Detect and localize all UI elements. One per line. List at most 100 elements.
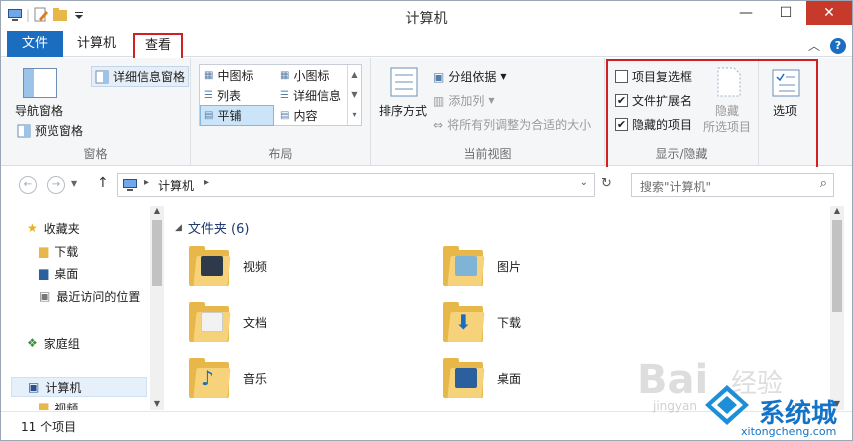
help-icon[interactable]: ?	[830, 37, 846, 54]
group-label-layout: 布局	[268, 147, 293, 161]
scroll-up-icon[interactable]: ▲	[830, 206, 844, 215]
content-icon: ▤	[280, 110, 290, 121]
close-button[interactable]: ✕	[806, 1, 852, 25]
layout-small-icons-label: 小图标	[293, 69, 330, 83]
folder-label: 下载	[497, 315, 522, 330]
preview-pane-label: 预览窗格	[35, 124, 84, 138]
refresh-icon[interactable]: ↻	[601, 176, 612, 191]
folder-pictures[interactable]: 图片	[443, 246, 521, 286]
music-folder-icon: ♪	[189, 358, 231, 398]
folders-section-header[interactable]: ◢ 文件夹 (6)	[175, 218, 249, 237]
breadcrumb-chevron-icon[interactable]: ▸	[204, 177, 209, 188]
layout-details-label: 详细信息	[292, 89, 341, 103]
nav-pane-scrollbar[interactable]: ▲ ▼	[150, 206, 164, 410]
window-controls: — ☐ ✕	[726, 1, 852, 25]
group-panes: 导航窗格 预览窗格 详细信息窗格 窗格	[1, 58, 191, 166]
preview-pane-icon	[17, 124, 31, 137]
item-count: 11 个项目	[21, 420, 77, 434]
layout-small-icons[interactable]: ▦ 小图标	[280, 67, 329, 84]
navigation-pane-button[interactable]: 导航窗格	[15, 102, 63, 119]
content-area: ◢ 文件夹 (6) 视频 图片 文档 ⬇ 下载 ♪ 音乐 桌面	[169, 206, 829, 410]
tab-view[interactable]: 查看	[133, 33, 184, 60]
nav-item-label: 桌面	[54, 266, 79, 281]
layout-gallery-scroll[interactable]: ▲ ▼ ▾	[347, 65, 361, 125]
folder-downloads[interactable]: ⬇ 下载	[443, 302, 521, 342]
maximize-button[interactable]: ☐	[766, 1, 806, 25]
videos-folder-icon	[189, 246, 231, 286]
title-bar: | 计算机 — ☐ ✕	[1, 1, 852, 31]
address-bar-row: ← → ▼ ↑ ▸ 计算机 ▸ ⌄ ↻ 搜索"计算机" ⌕	[1, 167, 852, 203]
tab-file[interactable]: 文件	[7, 31, 63, 57]
address-dropdown-icon[interactable]: ⌄	[580, 177, 588, 188]
navigation-pane-icon[interactable]	[23, 68, 57, 98]
nav-item-computer[interactable]: ▣ 计算机	[11, 377, 147, 397]
details-pane-button[interactable]: 详细信息窗格	[91, 66, 190, 87]
address-box[interactable]: ▸ 计算机 ▸ ⌄	[117, 173, 595, 197]
search-icon[interactable]: ⌕	[820, 176, 827, 191]
nav-item-videos[interactable]: ▆ 视频	[39, 400, 78, 410]
nav-item-downloads[interactable]: ▆ 下载	[39, 241, 78, 261]
small-icons-icon: ▦	[280, 70, 290, 81]
group-by-icon: ▣	[433, 69, 445, 84]
layout-content[interactable]: ▤ 内容	[280, 107, 317, 124]
folder-label: 图片	[497, 259, 522, 274]
dropdown-arrow-icon: ▼	[500, 72, 507, 81]
nav-item-desktop[interactable]: ▆ 桌面	[39, 263, 78, 283]
list-icon: ☰	[204, 90, 213, 101]
nav-item-homegroup[interactable]: ❖ 家庭组	[27, 333, 80, 353]
content-scroll-thumb[interactable]	[832, 220, 842, 312]
add-column-icon: ▥	[433, 93, 445, 108]
content-scrollbar[interactable]: ▲ ▼	[830, 206, 844, 410]
folder-label: 桌面	[497, 371, 522, 386]
window-title: 计算机	[405, 11, 448, 27]
layout-tiles[interactable]: ▤ 平铺	[204, 107, 241, 124]
add-column-button[interactable]: ▥ 添加列 ▼	[433, 92, 495, 109]
collapse-arrow-icon: ◢	[175, 222, 182, 233]
add-column-label: 添加列	[448, 94, 485, 108]
tab-computer[interactable]: 计算机	[67, 31, 126, 57]
computer-icon	[123, 179, 137, 191]
nav-item-recent-places[interactable]: ▣ 最近访问的位置	[39, 286, 140, 306]
medium-icons-icon: ▦	[204, 70, 214, 81]
folder-documents[interactable]: 文档	[189, 302, 267, 342]
folder-videos[interactable]: 视频	[189, 246, 267, 286]
xitongcheng-url: xitongcheng.com	[741, 425, 837, 438]
nav-item-label: 家庭组	[43, 336, 80, 351]
up-arrow-icon[interactable]: ↑	[97, 175, 109, 191]
preview-pane-button[interactable]: 预览窗格	[17, 122, 83, 139]
scroll-down-icon[interactable]: ▼	[150, 399, 164, 408]
navigation-pane: ★ 收藏夹 ▆ 下载 ▆ 桌面 ▣ 最近访问的位置 ❖ 家庭组 ▣ 计算机 ▆ 视频	[1, 206, 164, 410]
layout-list-label: 列表	[216, 89, 241, 103]
recent-locations-icon[interactable]: ▼	[71, 179, 77, 188]
chevron-up-icon[interactable]: ︿	[808, 37, 820, 54]
highlight-box-show-hide	[606, 59, 818, 169]
fit-columns-button[interactable]: ⇔ 将所有列调整为合适的大小	[433, 116, 591, 133]
nav-item-label: 计算机	[45, 380, 82, 395]
layout-content-label: 内容	[293, 109, 318, 123]
dropdown-arrow-icon: ▼	[488, 96, 495, 105]
sort-by-button[interactable]: 排序方式	[379, 102, 427, 119]
layout-medium-icons[interactable]: ▦ 中图标	[204, 67, 253, 84]
breadcrumb-chevron-icon[interactable]: ▸	[144, 177, 149, 188]
group-by-button[interactable]: ▣ 分组依据 ▼	[433, 68, 507, 85]
sort-by-icon[interactable]	[387, 66, 421, 98]
forward-button[interactable]: →	[47, 176, 65, 194]
nav-item-label: 最近访问的位置	[56, 289, 141, 304]
folder-label: 视频	[243, 259, 268, 274]
layout-details[interactable]: ☰ 详细信息	[280, 87, 341, 104]
breadcrumb-computer[interactable]: 计算机	[158, 177, 194, 194]
folder-music[interactable]: ♪ 音乐	[189, 358, 267, 398]
folder-desktop[interactable]: 桌面	[443, 358, 521, 398]
homegroup-icon: ❖	[27, 336, 38, 350]
downloads-folder-icon: ⬇	[443, 302, 485, 342]
nav-item-favorites[interactable]: ★ 收藏夹	[27, 218, 80, 238]
search-box[interactable]: 搜索"计算机" ⌕	[631, 173, 834, 197]
layout-list[interactable]: ☰ 列表	[204, 87, 241, 104]
ribbon-tabs: 文件 计算机 查看	[1, 31, 852, 60]
nav-scroll-thumb[interactable]	[152, 220, 162, 286]
back-button[interactable]: ←	[19, 176, 37, 194]
nav-item-label: 下载	[54, 244, 79, 259]
minimize-button[interactable]: —	[726, 1, 766, 25]
scroll-up-icon[interactable]: ▲	[150, 206, 164, 215]
folder-label: 音乐	[243, 371, 268, 386]
